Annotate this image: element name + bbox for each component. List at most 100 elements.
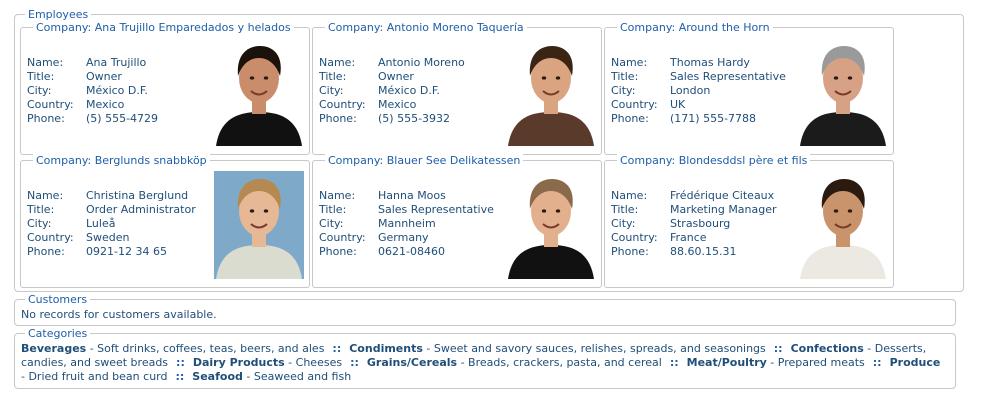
employee-phone: 0921-12 34 65 [86, 245, 167, 258]
employee-title: Marketing Manager [670, 203, 777, 216]
employee-card: Company: Around the Horn Name: Thomas Hard… [604, 21, 894, 155]
employee-name: Antonio Moreno [378, 56, 465, 69]
employee-name: Hanna Moos [378, 189, 446, 202]
employee-title: Sales Representative [670, 70, 786, 83]
field-label-city: City: [319, 217, 344, 230]
field-label-city: City: [611, 84, 636, 97]
category-description: - Breads, crackers, pasta, and cereal [457, 356, 662, 369]
field-label-name: Name: [27, 56, 64, 69]
field-label-phone: Phone: [319, 112, 357, 125]
category-description: - Prepared meats [766, 356, 865, 369]
employee-details: Name: Hanna Moos Title: Sales Representativ… [319, 189, 494, 259]
employee-card: Company: Antonio Moreno Taquería Name: Ant… [312, 21, 602, 155]
category-name: Beverages [21, 342, 87, 355]
employee-country: UK [670, 98, 686, 111]
employee-photo [798, 171, 888, 279]
field-label-title: Title: [319, 203, 347, 216]
employee-company: Company: Ana Trujillo Emparedados y hela… [33, 21, 294, 34]
field-label-name: Name: [319, 56, 356, 69]
employee-country: Mexico [378, 98, 417, 111]
category-separator: :: [872, 356, 882, 369]
employees-legend: Employees [25, 8, 92, 21]
field-label-country: Country: [319, 98, 366, 111]
employee-country: Germany [378, 231, 429, 244]
field-label-city: City: [319, 84, 344, 97]
category-name: Produce [889, 356, 941, 369]
category-separator: :: [176, 356, 185, 369]
category-separator: :: [175, 370, 185, 383]
employee-city: Luleå [86, 217, 116, 230]
employee-details: Name: Antonio Moreno Title: Owner City: Méxic… [319, 56, 465, 126]
employee-company: Company: Berglunds snabbköp [33, 154, 210, 167]
employee-name: Ana Trujillo [86, 56, 147, 69]
employee-photo [506, 171, 596, 279]
category-description: - Sweet and savory sauces, relishes, spr… [422, 342, 766, 355]
categories-panel: Categories Beverages - Soft drinks, coff… [14, 327, 956, 389]
employee-company: Company: Antonio Moreno Taquería [325, 21, 527, 34]
employee-city: Strasbourg [670, 217, 731, 230]
employee-phone: (5) 555-4729 [86, 112, 159, 125]
employee-card: Company: Blauer See Delikatessen Name: Han… [312, 154, 602, 288]
field-label-country: Country: [611, 231, 658, 244]
category-description: - Dried fruit and bean curd [21, 370, 168, 383]
field-label-phone: Phone: [27, 245, 65, 258]
field-label-city: City: [27, 217, 52, 230]
field-label-city: City: [27, 84, 52, 97]
employee-company: Company: Blauer See Delikatessen [325, 154, 524, 167]
employee-details: Name: Ana Trujillo Title: Owner City: México … [27, 56, 158, 126]
field-label-phone: Phone: [319, 245, 357, 258]
field-label-country: Country: [27, 231, 74, 244]
category-separator: :: [350, 356, 359, 369]
employee-phone: (171) 555-7788 [670, 112, 757, 125]
employee-title: Owner [86, 70, 122, 83]
employee-phone: (5) 555-3932 [378, 112, 451, 125]
employee-photo [214, 38, 304, 146]
category-separator: :: [669, 356, 679, 369]
employee-title: Sales Representative [378, 203, 494, 216]
field-label-phone: Phone: [611, 112, 649, 125]
employee-phone: 0621-08460 [378, 245, 445, 258]
field-label-title: Title: [27, 70, 55, 83]
field-label-phone: Phone: [27, 112, 65, 125]
employee-country: Mexico [86, 98, 125, 111]
category-name: Dairy Products [192, 356, 285, 369]
employee-phone: 88.60.15.31 [670, 245, 737, 258]
field-label-title: Title: [27, 203, 55, 216]
employee-name: Christina Berglund [86, 189, 189, 202]
category-name: Meat/Poultry [686, 356, 767, 369]
field-label-name: Name: [27, 189, 64, 202]
category-separator: :: [773, 342, 783, 355]
category-description: - Cheeses [284, 356, 343, 369]
field-label-title: Title: [611, 70, 639, 83]
employee-city: México D.F. [378, 84, 440, 97]
customers-empty-message: No records for customers available. [21, 308, 217, 321]
employee-details: Name: Christina Berglund Title: Order Admin… [27, 189, 196, 259]
customers-panel: Customers No records for customers avail… [14, 293, 956, 326]
employee-country: Sweden [86, 231, 130, 244]
field-label-title: Title: [611, 203, 639, 216]
category-name: Grains/Cereals [366, 356, 458, 369]
field-label-name: Name: [611, 56, 648, 69]
employee-card: Company: Ana Trujillo Emparedados y hela… [20, 21, 310, 155]
customers-legend: Customers [25, 293, 91, 306]
categories-legend: Categories [25, 327, 91, 340]
category-name: Condiments [349, 342, 423, 355]
employee-company: Company: Around the Horn [617, 21, 773, 34]
employee-city: México D.F. [86, 84, 148, 97]
employee-photo [506, 38, 596, 146]
category-description: - Seaweed and fish [242, 370, 352, 383]
employee-country: France [670, 231, 707, 244]
field-label-city: City: [611, 217, 636, 230]
category-name: Seafood [192, 370, 243, 383]
employee-city: Mannheim [378, 217, 436, 230]
employee-card: Company: Berglunds snabbköp Name: Christin… [20, 154, 310, 288]
field-label-country: Country: [27, 98, 74, 111]
field-label-phone: Phone: [611, 245, 649, 258]
employee-details: Name: Frédérique Citeaux Title: Marketing M… [611, 189, 777, 259]
field-label-title: Title: [319, 70, 347, 83]
field-label-country: Country: [319, 231, 366, 244]
employee-photo [214, 171, 304, 279]
employee-title: Owner [378, 70, 414, 83]
category-description: - Soft drinks, coffees, teas, beers, and… [86, 342, 325, 355]
field-label-name: Name: [319, 189, 356, 202]
